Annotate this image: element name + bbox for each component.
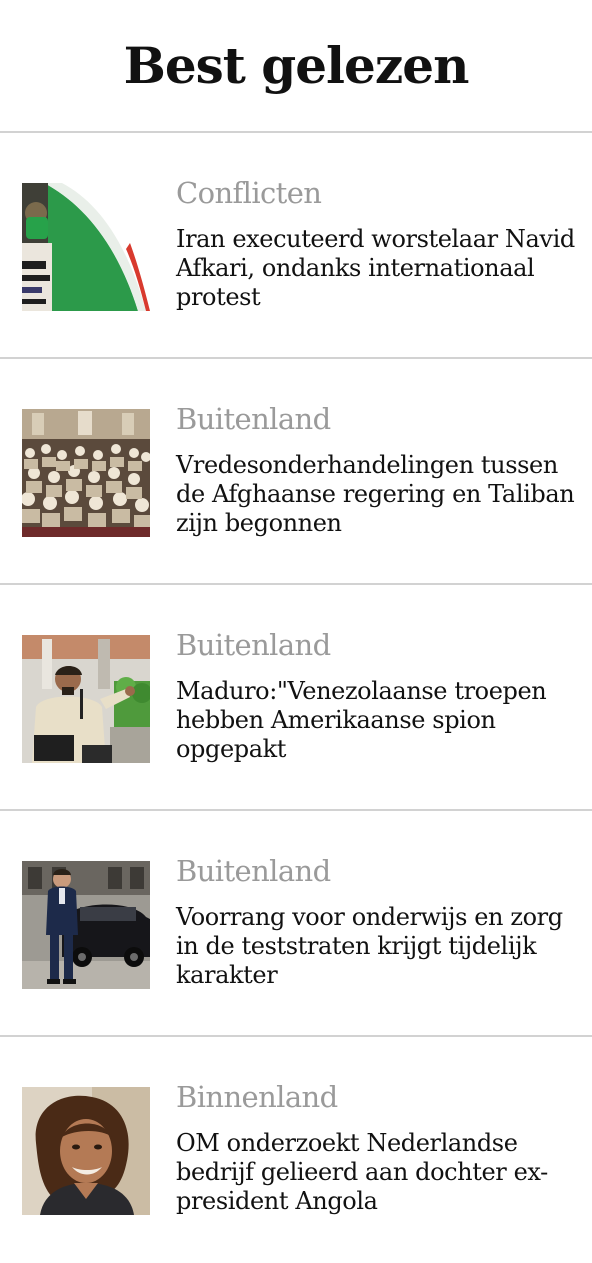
article-item[interactable]: Conflicten Iran executeerd worstelaar Na… bbox=[0, 133, 592, 359]
article-headline[interactable]: Iran executeerd worstelaar Navid Afkari,… bbox=[176, 225, 586, 312]
article-headline[interactable]: OM onderzoekt Nederlandse bedrijf geliee… bbox=[176, 1129, 586, 1216]
man-beside-car-photo-icon[interactable] bbox=[22, 861, 150, 989]
article-category[interactable]: Buitenland bbox=[176, 853, 586, 889]
woman-portrait-photo-icon[interactable] bbox=[22, 1087, 150, 1215]
article-category[interactable]: Conflicten bbox=[176, 175, 586, 211]
article-item[interactable]: Buitenland Vredesonderhandelingen tussen… bbox=[0, 359, 592, 585]
speaker-at-podium-photo-icon[interactable] bbox=[22, 635, 150, 763]
article-item[interactable]: Binnenland OM onderzoekt Nederlandse bed… bbox=[0, 1037, 592, 1263]
page-title: Best gelezen bbox=[123, 35, 470, 95]
article-category[interactable]: Buitenland bbox=[176, 627, 586, 663]
article-text: Buitenland Maduro:"Venezolaanse troepen … bbox=[176, 627, 586, 764]
article-category[interactable]: Buitenland bbox=[176, 401, 586, 437]
article-item[interactable]: Buitenland Maduro:"Venezolaanse troepen … bbox=[0, 585, 592, 811]
article-text: Binnenland OM onderzoekt Nederlandse bed… bbox=[176, 1079, 586, 1216]
article-category[interactable]: Binnenland bbox=[176, 1079, 586, 1115]
article-text: Buitenland Vredesonderhandelingen tussen… bbox=[176, 401, 586, 538]
most-read-list: Conflicten Iran executeerd worstelaar Na… bbox=[0, 133, 592, 1263]
protest-flag-photo-icon[interactable] bbox=[22, 183, 150, 311]
article-headline[interactable]: Voorrang voor onderwijs en zorg in de te… bbox=[176, 903, 586, 990]
page-header: Best gelezen bbox=[0, 0, 592, 133]
conference-hall-photo-icon[interactable] bbox=[22, 409, 150, 537]
article-item[interactable]: Buitenland Voorrang voor onderwijs en zo… bbox=[0, 811, 592, 1037]
article-text: Conflicten Iran executeerd worstelaar Na… bbox=[176, 175, 586, 312]
article-text: Buitenland Voorrang voor onderwijs en zo… bbox=[176, 853, 586, 990]
article-headline[interactable]: Vredesonderhandelingen tussen de Afghaan… bbox=[176, 451, 586, 538]
article-headline[interactable]: Maduro:"Venezolaanse troepen hebben Amer… bbox=[176, 677, 586, 764]
